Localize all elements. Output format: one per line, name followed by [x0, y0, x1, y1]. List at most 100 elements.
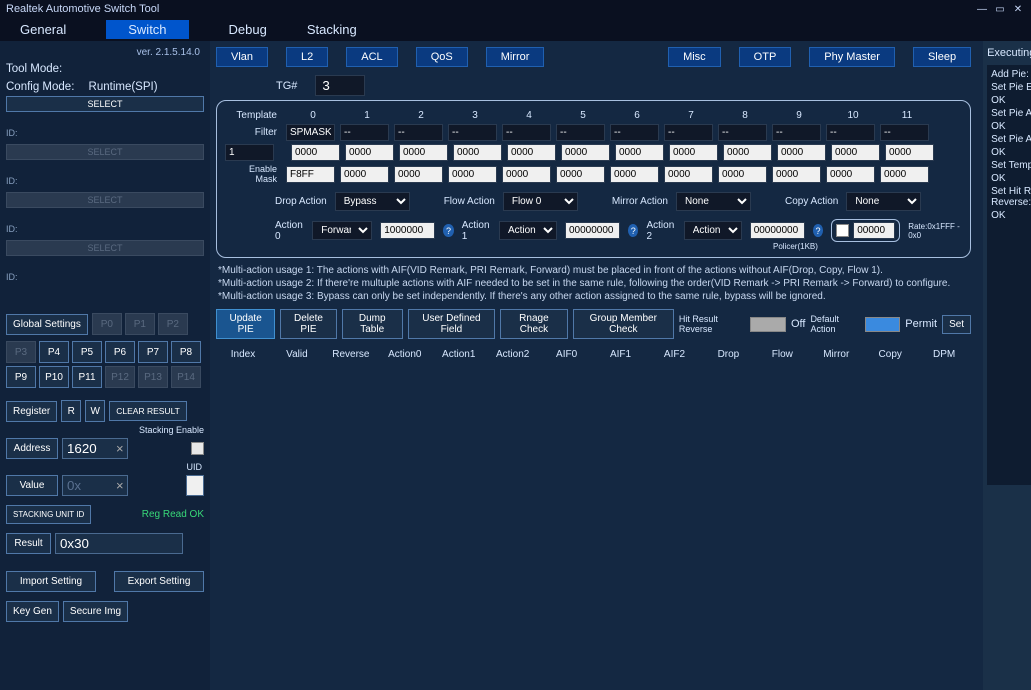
filter-cell-9[interactable] [772, 124, 821, 141]
keygen-button[interactable]: Key Gen [6, 601, 59, 622]
tg-input[interactable] [315, 75, 365, 96]
filter-cell-7[interactable] [664, 124, 713, 141]
global-settings-button[interactable]: Global Settings [6, 314, 88, 335]
value-cell-11[interactable] [885, 144, 934, 161]
w-button[interactable]: W [85, 400, 105, 422]
tab-phy[interactable]: Phy Master [809, 47, 895, 67]
port-p11[interactable]: P11 [72, 366, 102, 388]
action0-value[interactable] [380, 222, 435, 239]
port-p10[interactable]: P10 [39, 366, 69, 388]
filter-cell-5[interactable] [556, 124, 605, 141]
value-cell-9[interactable] [777, 144, 826, 161]
action2-value[interactable] [750, 222, 805, 239]
port-p5[interactable]: P5 [72, 341, 102, 363]
dump-table-button[interactable]: Dump Table [342, 309, 403, 339]
delete-pie-button[interactable]: Delete PIE [280, 309, 336, 339]
help-icon-0[interactable]: ? [443, 224, 454, 237]
tab-sleep[interactable]: Sleep [913, 47, 971, 67]
value-cell-0[interactable] [291, 144, 340, 161]
port-p6[interactable]: P6 [105, 341, 135, 363]
maximize-icon[interactable]: ▭ [993, 3, 1007, 15]
filter-cell-8[interactable] [718, 124, 767, 141]
tab-l2[interactable]: L2 [286, 47, 328, 67]
port-p8[interactable]: P8 [171, 341, 201, 363]
action0-select[interactable]: Forward [312, 221, 372, 240]
tab-vlan[interactable]: Vlan [216, 47, 268, 67]
set-button[interactable]: Set [942, 315, 971, 334]
port-p9[interactable]: P9 [6, 366, 36, 388]
action1-value[interactable] [565, 222, 620, 239]
filter-cell-1[interactable] [340, 124, 389, 141]
udf-button[interactable]: User Defined Field [408, 309, 495, 339]
result-input[interactable] [55, 533, 183, 554]
menu-switch[interactable]: Switch [106, 20, 188, 39]
close-icon[interactable]: ✕ [1011, 3, 1025, 15]
tab-mirror[interactable]: Mirror [486, 47, 545, 67]
drop-action-select[interactable]: Bypass [335, 192, 410, 211]
mask-cell-3[interactable] [448, 166, 497, 183]
menu-general[interactable]: General [20, 22, 66, 37]
select-button-1[interactable]: SELECT [6, 96, 204, 112]
filter-cell-2[interactable] [394, 124, 443, 141]
update-pie-button[interactable]: Update PIE [216, 309, 275, 339]
action1-select[interactable]: Action [499, 221, 557, 240]
tab-acl[interactable]: ACL [346, 47, 397, 67]
filter-cell-10[interactable] [826, 124, 875, 141]
value-cell-7[interactable] [669, 144, 718, 161]
mirror-action-select[interactable]: None [676, 192, 751, 211]
clear-value-icon[interactable]: × [116, 478, 124, 493]
port-p7[interactable]: P7 [138, 341, 168, 363]
register-button[interactable]: Register [6, 401, 57, 422]
mask-cell-5[interactable] [556, 166, 605, 183]
help-icon-2[interactable]: ? [813, 224, 824, 237]
tab-misc[interactable]: Misc [668, 47, 721, 67]
clear-address-icon[interactable]: × [116, 441, 124, 456]
port-p4[interactable]: P4 [39, 341, 69, 363]
value-cell-1[interactable] [345, 144, 394, 161]
policer-value[interactable] [853, 222, 895, 239]
uid-input[interactable] [186, 475, 204, 496]
import-setting-button[interactable]: Import Setting [6, 571, 96, 592]
hit-reverse-toggle[interactable] [750, 317, 786, 332]
mask-cell-2[interactable] [394, 166, 443, 183]
minimize-icon[interactable]: — [975, 3, 989, 15]
r-button[interactable]: R [61, 400, 81, 422]
action2-select[interactable]: Action [684, 221, 742, 240]
tab-otp[interactable]: OTP [739, 47, 792, 67]
result-button[interactable]: Result [6, 533, 51, 554]
export-setting-button[interactable]: Export Setting [114, 571, 204, 592]
range-check-button[interactable]: Rnage Check [500, 309, 568, 339]
menu-debug[interactable]: Debug [229, 22, 267, 37]
mask-cell-8[interactable] [718, 166, 767, 183]
menu-stacking[interactable]: Stacking [307, 22, 357, 37]
mask-cell-0[interactable] [286, 166, 335, 183]
help-icon-1[interactable]: ? [628, 224, 639, 237]
mask-cell-7[interactable] [664, 166, 713, 183]
mask-cell-4[interactable] [502, 166, 551, 183]
value-cell-8[interactable] [723, 144, 772, 161]
policer-checkbox[interactable] [836, 224, 849, 237]
stacking-enable-checkbox[interactable] [191, 442, 204, 455]
flow-action-select[interactable]: Flow 0 [503, 192, 578, 211]
mask-cell-9[interactable] [772, 166, 821, 183]
filter-cell-3[interactable] [448, 124, 497, 141]
default-action-toggle[interactable] [865, 317, 901, 332]
filter-cell-4[interactable] [502, 124, 551, 141]
mask-cell-6[interactable] [610, 166, 659, 183]
value-button[interactable]: Value [6, 475, 58, 496]
value-cell-4[interactable] [507, 144, 556, 161]
mask-cell-1[interactable] [340, 166, 389, 183]
value-cell-2[interactable] [399, 144, 448, 161]
filter-cell-0[interactable] [286, 124, 335, 141]
group-member-check-button[interactable]: Group Member Check [573, 309, 674, 339]
mask-cell-11[interactable] [880, 166, 929, 183]
filter-cell-11[interactable] [880, 124, 929, 141]
clear-result-button[interactable]: CLEAR RESULT [109, 401, 187, 421]
secure-img-button[interactable]: Secure Img [63, 601, 128, 622]
tab-qos[interactable]: QoS [416, 47, 468, 67]
filter-cell-6[interactable] [610, 124, 659, 141]
copy-action-select[interactable]: None [846, 192, 921, 211]
value-cell-10[interactable] [831, 144, 880, 161]
row1-first[interactable] [225, 144, 274, 161]
address-button[interactable]: Address [6, 438, 58, 459]
